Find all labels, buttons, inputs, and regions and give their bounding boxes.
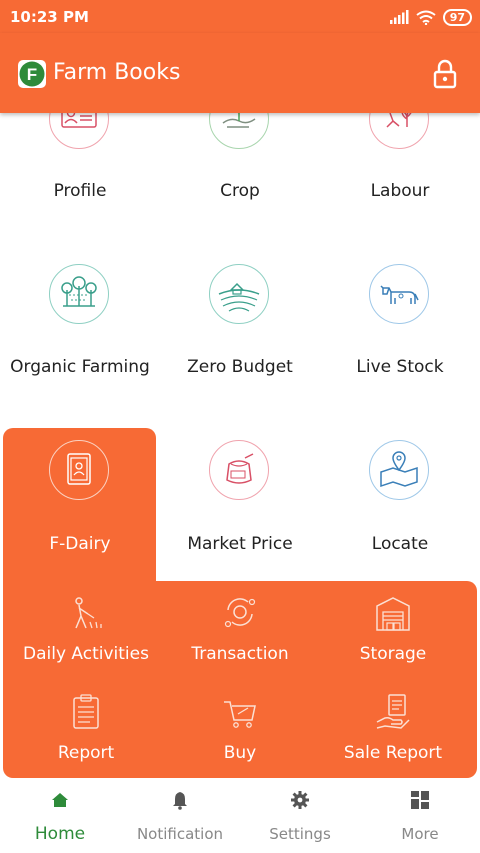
nav-label: Home xyxy=(34,824,86,844)
tile-label: Organic Farming xyxy=(10,357,150,377)
tile-crop[interactable]: Crop xyxy=(160,113,320,213)
tile-label: Crop xyxy=(220,181,260,201)
hand-document-icon xyxy=(376,694,410,729)
sprout-hand-icon xyxy=(222,113,256,128)
fdairy-transaction[interactable]: Transaction xyxy=(160,588,320,673)
status-bar: 10:23 PM 97 xyxy=(0,0,480,33)
nav-more[interactable]: More xyxy=(360,780,480,853)
tile-live-stock[interactable]: Live Stock xyxy=(320,253,480,393)
clipboard-icon xyxy=(73,694,99,729)
farmer-watering-icon xyxy=(75,597,102,629)
tile-profile[interactable]: Profile xyxy=(0,113,160,213)
app-title: Farm Books xyxy=(53,60,181,85)
tile-locate[interactable]: Locate xyxy=(320,428,480,568)
home-icon xyxy=(52,793,68,807)
nav-label: More xyxy=(401,825,439,843)
app-logo-letter: F xyxy=(27,65,37,84)
nav-home[interactable]: Home xyxy=(0,780,120,853)
nav-label: Notification xyxy=(136,825,224,843)
tile-labour[interactable]: Labour xyxy=(320,113,480,213)
battery-indicator: 97 xyxy=(442,8,472,26)
main-content[interactable]: Profile Crop Labour Organic Farming Zero… xyxy=(0,113,480,780)
lock-button[interactable] xyxy=(428,57,462,91)
fdairy-buy[interactable]: Buy xyxy=(160,688,320,773)
bell-icon xyxy=(173,792,187,810)
map-pin-icon xyxy=(380,451,418,488)
fdairy-report[interactable]: Report xyxy=(6,688,166,773)
fdairy-storage[interactable]: Storage xyxy=(313,588,473,673)
farmer-plant-icon xyxy=(386,113,412,128)
transaction-icon xyxy=(224,598,256,628)
lock-icon xyxy=(433,59,457,89)
grid-icon xyxy=(411,791,429,809)
shopping-cart-icon xyxy=(224,701,256,728)
tile-label: Zero Budget xyxy=(187,357,293,377)
fdairy-daily-activities[interactable]: Daily Activities xyxy=(6,588,166,673)
tile-market-price[interactable]: Market Price xyxy=(160,428,320,568)
submenu-label: Sale Report xyxy=(343,743,443,763)
tile-label: Locate xyxy=(371,534,429,554)
wifi-icon xyxy=(416,10,436,25)
tile-zero-budget[interactable]: Zero Budget xyxy=(160,253,320,393)
submenu-label: Transaction xyxy=(191,644,289,664)
tile-label: Profile xyxy=(53,181,107,201)
signal-icon xyxy=(389,10,409,24)
tile-label: Labour xyxy=(370,181,430,201)
organic-farming-icon xyxy=(61,276,97,307)
tile-label: Live Stock xyxy=(356,357,444,377)
bottom-navigation: Home Notification Settings More xyxy=(0,780,480,853)
submenu-label: Buy xyxy=(223,743,257,763)
app-logo: F xyxy=(18,60,46,88)
fdairy-sale-report[interactable]: Sale Report xyxy=(313,688,473,773)
submenu-label: Daily Activities xyxy=(23,644,149,664)
warehouse-icon xyxy=(376,597,410,631)
grain-sack-icon xyxy=(226,453,254,484)
tile-organic-farming[interactable]: Organic Farming xyxy=(0,253,160,393)
nav-label: Settings xyxy=(269,825,331,843)
id-card-icon xyxy=(61,113,97,128)
field-barn-icon xyxy=(218,282,260,312)
tile-label: Market Price xyxy=(187,534,293,554)
app-bar: F Farm Books xyxy=(0,33,480,113)
cow-icon xyxy=(380,285,419,304)
diary-icon xyxy=(67,453,91,485)
submenu-label: Storage xyxy=(359,644,427,664)
status-time: 10:23 PM xyxy=(10,8,89,26)
nav-notification[interactable]: Notification xyxy=(120,780,240,853)
tile-f-dairy[interactable]: F-Dairy xyxy=(0,428,160,583)
nav-settings[interactable]: Settings xyxy=(240,780,360,853)
gear-icon xyxy=(291,791,309,809)
tile-label: F-Dairy xyxy=(49,534,111,554)
submenu-label: Report xyxy=(57,743,115,763)
